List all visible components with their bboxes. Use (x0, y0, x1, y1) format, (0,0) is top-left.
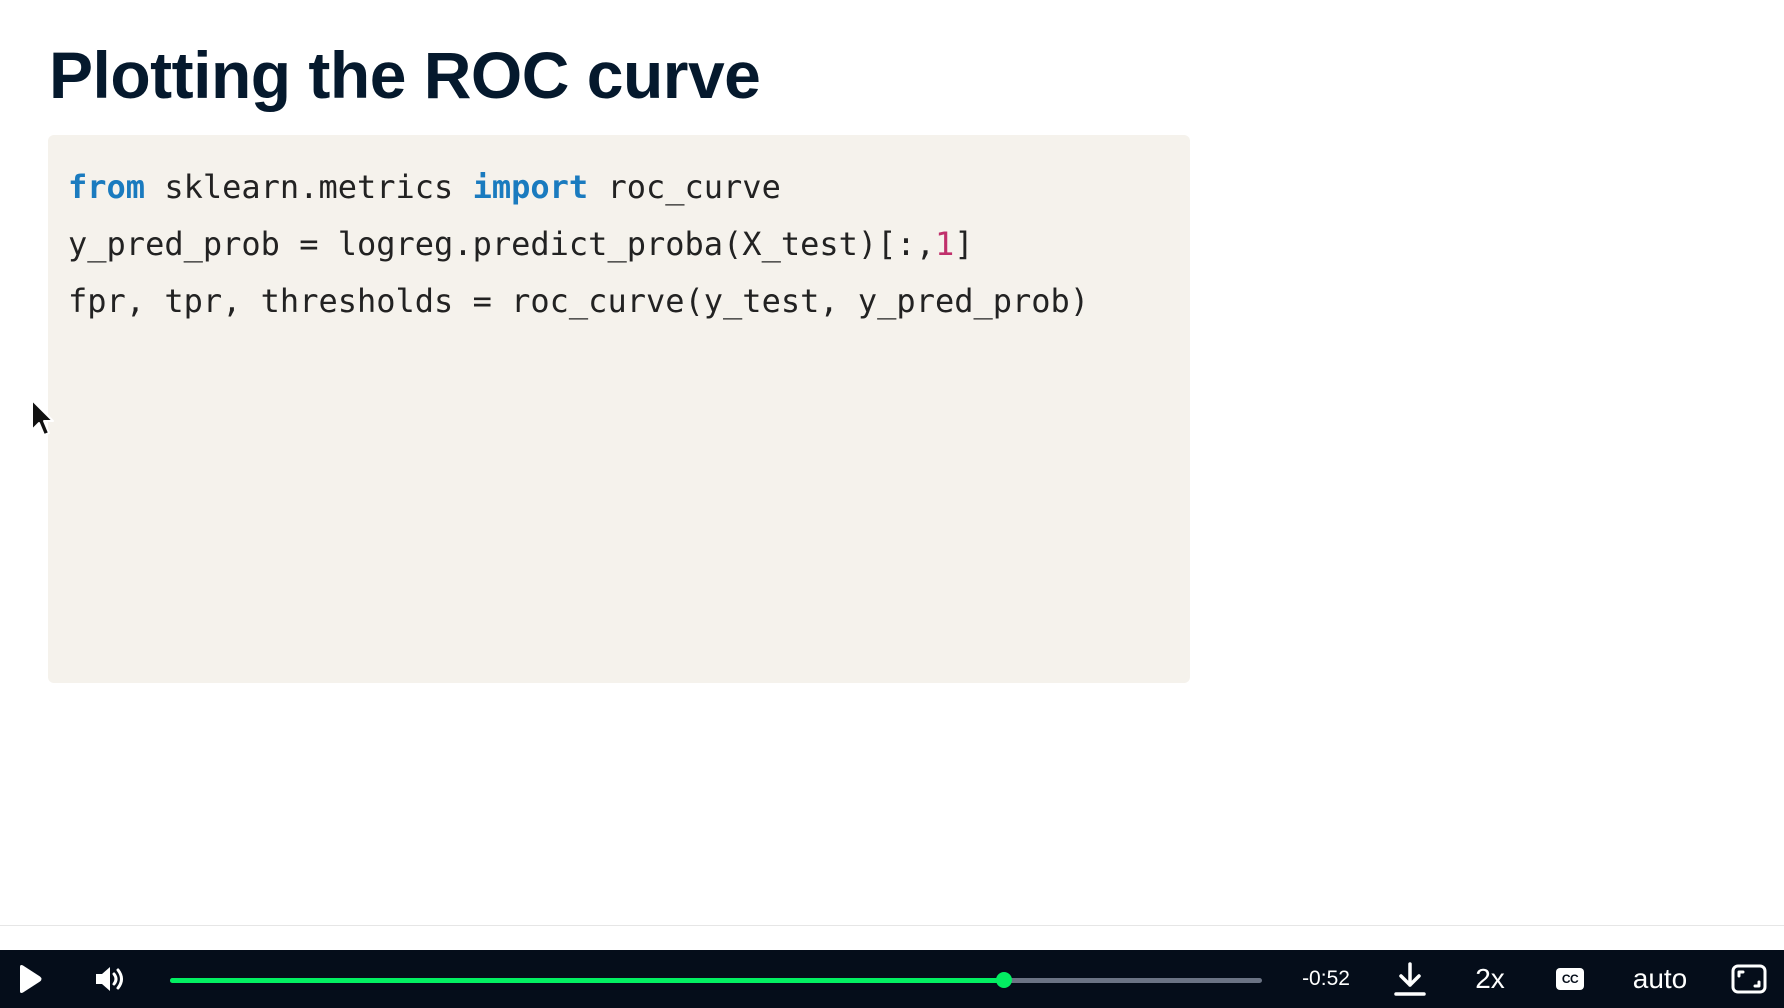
progress-fill (170, 978, 1005, 983)
slide-title: Plotting the ROC curve (49, 38, 761, 112)
volume-button[interactable] (88, 950, 132, 1008)
code-line: fpr, tpr, thresholds = roc_curve(y_test,… (68, 273, 1170, 330)
volume-icon (96, 967, 123, 991)
code-number: 1 (934, 225, 955, 263)
code-text: y_pred_prob = logreg.predict_proba(X_tes… (68, 225, 935, 263)
captions-label: CC (1561, 972, 1579, 986)
play-icon (20, 965, 42, 993)
quality-button[interactable]: auto (1622, 950, 1698, 1008)
quality-label: auto (1632, 963, 1688, 994)
code-text: ] (954, 225, 974, 263)
progress-slider[interactable] (170, 972, 1262, 988)
fullscreen-button[interactable] (1728, 950, 1770, 1008)
code-keyword: import (472, 168, 589, 206)
time-remaining: -0:52 (1290, 950, 1362, 1008)
playback-speed-button[interactable]: 2x (1464, 950, 1516, 1008)
code-text: roc_curve (588, 168, 781, 206)
code-text: sklearn.metrics (145, 168, 473, 206)
video-slide: Plotting the ROC curve from sklearn.metr… (0, 0, 1784, 926)
code-block: from sklearn.metrics import roc_curve y_p… (48, 135, 1190, 683)
code-line: from sklearn.metrics import roc_curve (68, 159, 1170, 216)
captions-button[interactable]: CC (1552, 950, 1588, 1008)
time-remaining-label: -0:52 (1302, 967, 1350, 990)
code-text: fpr, tpr, thresholds = roc_curve(y_test,… (68, 282, 1090, 320)
download-button[interactable] (1388, 950, 1432, 1008)
code-line: y_pred_prob = logreg.predict_proba(X_tes… (68, 216, 1170, 273)
slide-divider (0, 925, 1784, 926)
captions-icon: CC (1556, 968, 1584, 990)
play-button[interactable] (10, 950, 50, 1008)
video-control-bar: -0:52 2x CC auto (0, 950, 1784, 1008)
mouse-cursor-icon (31, 399, 54, 436)
progress-handle[interactable] (996, 972, 1013, 988)
code-keyword: from (68, 168, 146, 206)
presenter-video (1362, 490, 1760, 926)
download-icon (1394, 962, 1426, 996)
playback-speed-label: 2x (1475, 963, 1505, 994)
fullscreen-icon (1731, 964, 1767, 994)
